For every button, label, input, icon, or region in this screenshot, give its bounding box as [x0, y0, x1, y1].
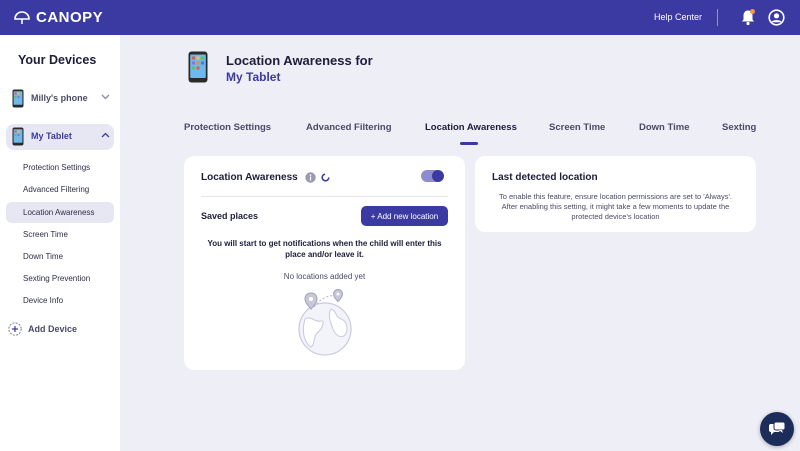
- last-detected-location-title: Last detected location: [492, 172, 598, 183]
- loader-icon: [321, 173, 330, 182]
- notification-dot: [750, 9, 755, 14]
- phone-icon: [12, 89, 24, 108]
- phone-icon: [188, 51, 208, 83]
- top-bar: CANOPY Help Center: [0, 0, 800, 35]
- add-device-button[interactable]: Add Device: [8, 322, 77, 336]
- page-title: Location Awareness for: [226, 53, 373, 68]
- tab-down-time[interactable]: Down Time: [639, 122, 690, 133]
- add-new-location-button[interactable]: + Add new location: [361, 206, 448, 226]
- sidebar: Your Devices Milly's phone My Tablet Pro…: [0, 35, 120, 451]
- active-tab-indicator: [460, 142, 478, 145]
- notification-info-text: You will start to get notifications when…: [207, 239, 442, 259]
- card-divider: [201, 196, 448, 197]
- sidebar-item-protection-settings[interactable]: Protection Settings: [6, 157, 114, 178]
- sidebar-item-screen-time[interactable]: Screen Time: [6, 224, 114, 245]
- sidebar-title: Your Devices: [18, 53, 97, 67]
- location-awareness-title: Location Awareness: [201, 172, 298, 183]
- sidebar-item-down-time[interactable]: Down Time: [6, 246, 114, 267]
- sidebar-item-sexting-prevention[interactable]: Sexting Prevention: [6, 268, 114, 289]
- sidebar-item-location-awareness[interactable]: Location Awareness: [6, 202, 114, 223]
- tab-advanced-filtering[interactable]: Advanced Filtering: [306, 122, 392, 133]
- last-detected-location-card: Last detected location To enable this fe…: [475, 156, 756, 232]
- help-center-link[interactable]: Help Center: [654, 12, 702, 22]
- info-icon[interactable]: [305, 172, 316, 183]
- phone-icon: [12, 127, 24, 146]
- device-name: My Tablet: [31, 131, 72, 141]
- canopy-logo-icon: [14, 10, 30, 24]
- sidebar-item-device-info[interactable]: Device Info: [6, 290, 114, 311]
- device-millys-phone[interactable]: Milly's phone: [6, 86, 114, 112]
- header-divider: [717, 9, 718, 26]
- device-my-tablet[interactable]: My Tablet: [6, 124, 114, 150]
- toggle-knob: [432, 170, 444, 182]
- device-name: Milly's phone: [31, 93, 88, 103]
- chevron-up-icon[interactable]: [101, 132, 110, 138]
- empty-locations-text: No locations added yet: [283, 272, 366, 281]
- saved-places-label: Saved places: [201, 211, 259, 221]
- chevron-down-icon[interactable]: [101, 94, 110, 100]
- canopy-logo[interactable]: CANOPY: [14, 9, 103, 26]
- tab-protection-settings[interactable]: Protection Settings: [184, 122, 271, 133]
- add-device-label: Add Device: [28, 324, 78, 334]
- last-detected-location-text: To enable this feature, ensure location …: [499, 192, 732, 221]
- tab-location-awareness[interactable]: Location Awareness: [425, 122, 517, 133]
- tab-screen-time[interactable]: Screen Time: [549, 122, 605, 133]
- location-awareness-card: Location Awareness Saved places + Add ne…: [184, 156, 465, 370]
- logo-text: CANOPY: [36, 9, 104, 26]
- tab-sexting[interactable]: Sexting: [722, 122, 756, 133]
- chat-icon: [769, 421, 786, 435]
- user-icon[interactable]: [768, 9, 785, 26]
- plus-circle-icon: [8, 322, 22, 336]
- page-device-name: My Tablet: [226, 70, 281, 84]
- location-awareness-toggle[interactable]: [421, 170, 444, 182]
- globe-illustration: [298, 289, 352, 356]
- sidebar-item-advanced-filtering[interactable]: Advanced Filtering: [6, 179, 114, 200]
- chat-button[interactable]: [760, 412, 794, 446]
